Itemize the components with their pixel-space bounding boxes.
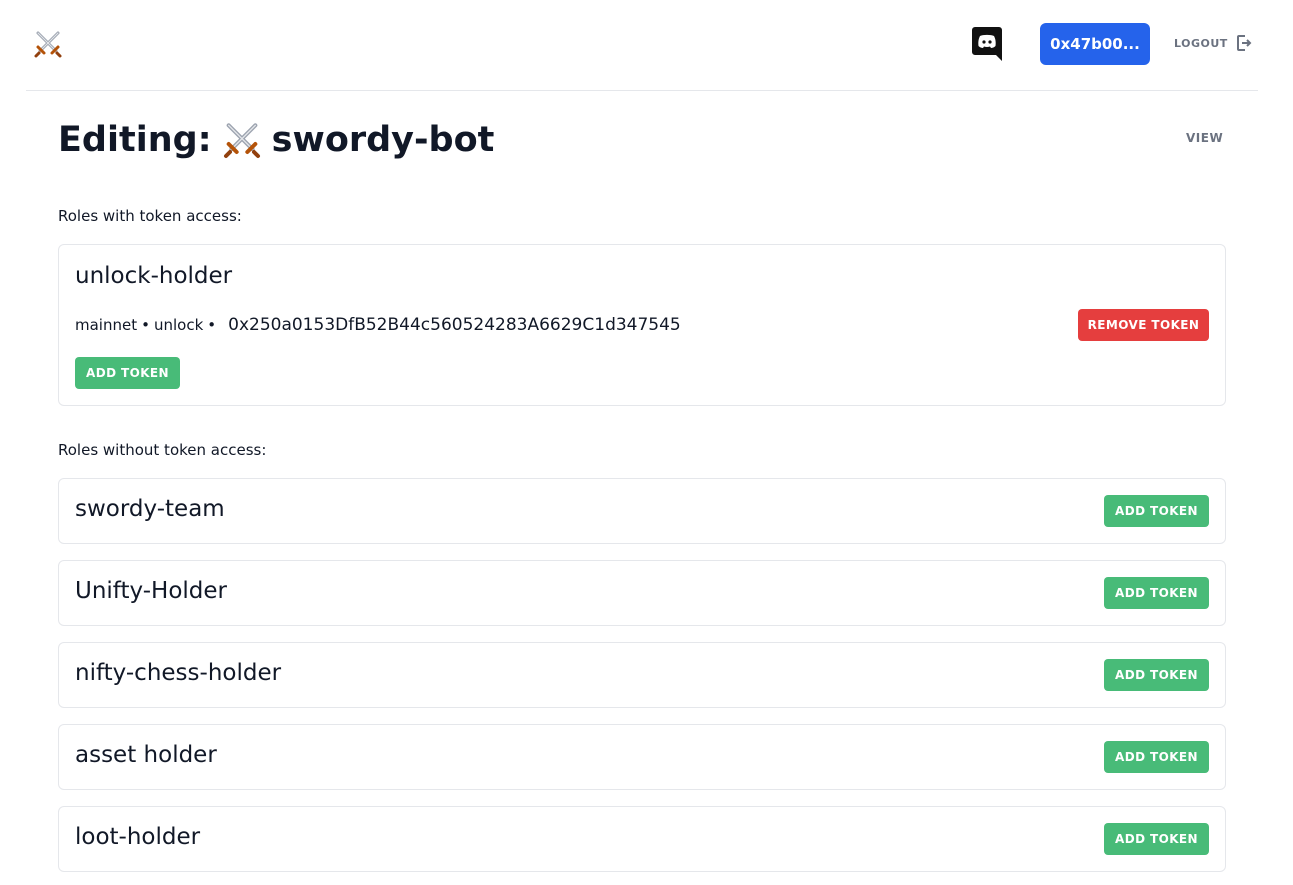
remove-token-button[interactable]: REMOVE TOKEN: [1078, 309, 1209, 341]
roles-without-access-label: Roles without token access:: [58, 441, 267, 459]
add-token-button[interactable]: ADD TOKEN: [1104, 741, 1209, 773]
crossed-swords-icon: [223, 123, 260, 158]
add-token-button[interactable]: ADD TOKEN: [75, 357, 180, 389]
logout-label: LOGOUT: [1174, 36, 1228, 50]
page-title: Editing: swordy-bot: [58, 116, 494, 164]
add-token-button[interactable]: ADD TOKEN: [1104, 577, 1209, 609]
role-name: swordy-team: [75, 496, 225, 522]
role-name: nifty-chess-holder: [75, 660, 282, 686]
role-name: Unifty-Holder: [75, 578, 227, 604]
role-card: loot-holder ADD TOKEN: [58, 806, 1226, 872]
view-link[interactable]: VIEW: [1186, 131, 1223, 145]
top-navigation-bar: 0x47b00... LOGOUT: [26, 0, 1258, 91]
crossed-swords-icon[interactable]: [33, 29, 63, 59]
role-card: nifty-chess-holder ADD TOKEN: [58, 642, 1226, 708]
page-title-prefix: Editing:: [58, 120, 212, 160]
roles-with-access-label: Roles with token access:: [58, 207, 242, 225]
logout-icon: [1236, 35, 1252, 51]
token-details: mainnet • unlock • 0x250a0153DfB52B44c56…: [75, 315, 681, 335]
token-name: unlock: [153, 316, 204, 334]
discord-icon[interactable]: [972, 27, 1002, 61]
wallet-address-button[interactable]: 0x47b00...: [1040, 23, 1150, 65]
logout-button[interactable]: LOGOUT: [1174, 33, 1252, 53]
role-name: loot-holder: [75, 824, 201, 850]
role-name: unlock-holder: [75, 263, 233, 289]
add-token-button[interactable]: ADD TOKEN: [1104, 823, 1209, 855]
role-name: asset holder: [75, 742, 217, 768]
role-card: swordy-team ADD TOKEN: [58, 478, 1226, 544]
role-card: asset holder ADD TOKEN: [58, 724, 1226, 790]
page-title-name: swordy-bot: [271, 120, 495, 160]
role-card: Unifty-Holder ADD TOKEN: [58, 560, 1226, 626]
token-network: mainnet: [75, 316, 138, 334]
separator: •: [141, 316, 150, 334]
token-address: 0x250a0153DfB52B44c560524283A6629C1d3475…: [228, 315, 681, 335]
add-token-button[interactable]: ADD TOKEN: [1104, 495, 1209, 527]
add-token-button[interactable]: ADD TOKEN: [1104, 659, 1209, 691]
separator: •: [207, 316, 217, 334]
role-card-with-access: unlock-holder mainnet • unlock • 0x250a0…: [58, 244, 1226, 406]
